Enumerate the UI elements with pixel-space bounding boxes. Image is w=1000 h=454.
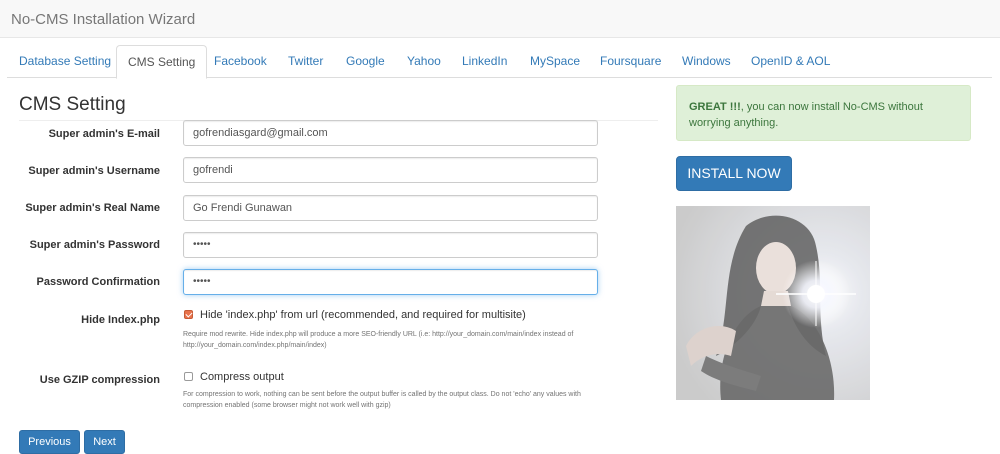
gzip-label: Use GZIP compression [39, 374, 160, 386]
mascot-illustration [676, 206, 870, 400]
gzip-checkbox[interactable] [184, 372, 193, 381]
gzip-help: For compression to work, nothing can be … [183, 391, 581, 409]
navbar: No-CMS Installation Wizard [0, 0, 1000, 38]
previous-button[interactable]: Previous [19, 430, 80, 454]
tab-facebook[interactable]: Facebook [214, 45, 267, 78]
next-button[interactable]: Next [84, 430, 125, 454]
alert-strong: GREAT !!! [689, 101, 741, 113]
username-label: Super admin's Username [28, 165, 160, 177]
tab-bar: Database Setting CMS Setting Facebook Tw… [7, 45, 992, 79]
password-label: Super admin's Password [29, 239, 160, 251]
app-title[interactable]: No-CMS Installation Wizard [11, 11, 195, 28]
password-confirm-label: Password Confirmation [36, 276, 160, 288]
tab-cms-setting[interactable]: CMS Setting [116, 45, 208, 79]
tab-yahoo[interactable]: Yahoo [407, 45, 441, 78]
hide-index-label: Hide Index.php [81, 314, 160, 326]
tab-database-setting[interactable]: Database Setting [19, 45, 111, 78]
install-now-button[interactable]: INSTALL NOW [676, 156, 792, 191]
gzip-checkbox-label[interactable]: Compress output [200, 371, 284, 383]
mascot-image [676, 206, 870, 400]
password-field[interactable]: ••••• [183, 232, 598, 258]
success-alert: GREAT !!!, you can now install No-CMS wi… [676, 85, 971, 141]
username-field[interactable]: gofrendi [183, 157, 598, 183]
hide-index-help: Require mod rewrite. Hide index.php will… [183, 331, 574, 349]
hide-index-checkbox-label[interactable]: Hide 'index.php' from url (recommended, … [200, 309, 526, 321]
tab-twitter[interactable]: Twitter [288, 45, 323, 78]
tab-google[interactable]: Google [346, 45, 385, 78]
section-title: CMS Setting [19, 94, 126, 115]
real-name-label: Super admin's Real Name [25, 202, 160, 214]
real-name-field[interactable]: Go Frendi Gunawan [183, 195, 598, 221]
tab-myspace[interactable]: MySpace [530, 45, 580, 78]
tab-openid-aol[interactable]: OpenID & AOL [751, 45, 830, 78]
email-label: Super admin's E-mail [48, 128, 160, 140]
tab-windows[interactable]: Windows [682, 45, 731, 78]
tab-linkedin[interactable]: LinkedIn [462, 45, 507, 78]
password-confirm-field[interactable]: ••••• [183, 269, 598, 295]
hide-index-checkbox[interactable] [184, 310, 193, 319]
email-field[interactable]: gofrendiasgard@gmail.com [183, 120, 598, 146]
tab-foursquare[interactable]: Foursquare [600, 45, 661, 78]
